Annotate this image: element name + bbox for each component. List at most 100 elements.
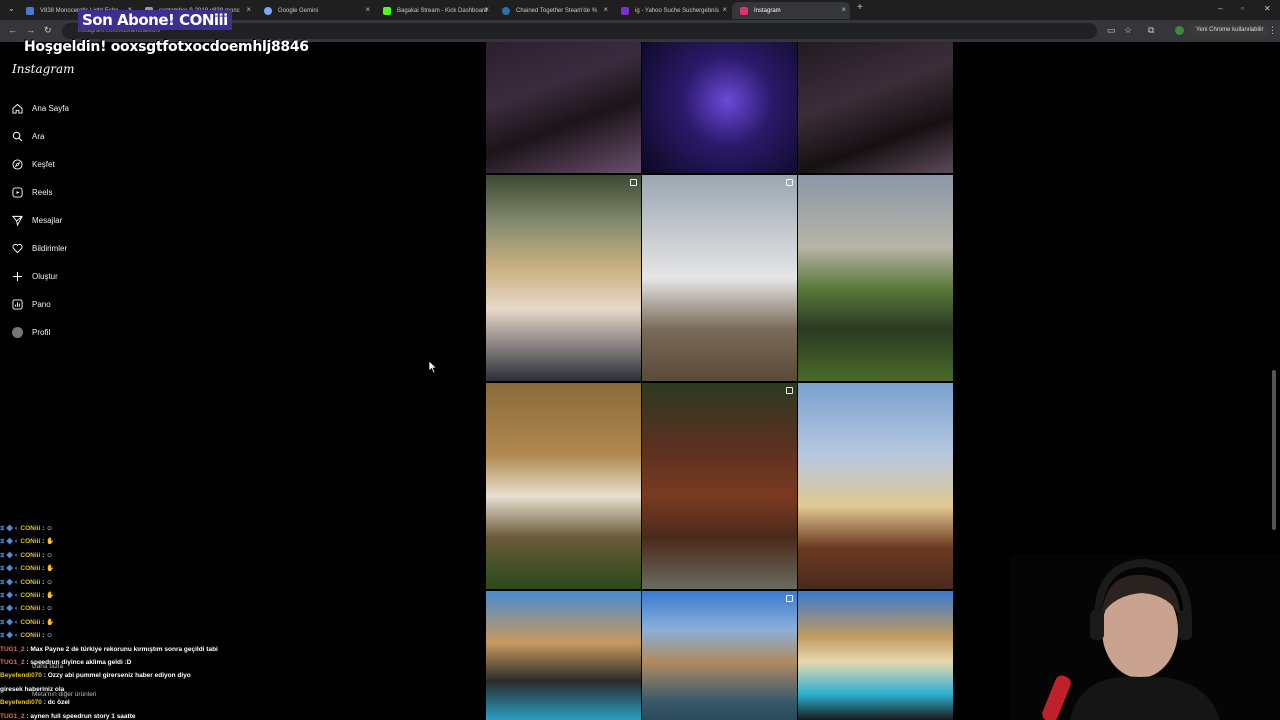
- close-icon[interactable]: ×: [722, 5, 727, 14]
- menu-kebab-icon[interactable]: ⋮: [1268, 25, 1277, 36]
- sidebar-item-label: Mesajlar: [32, 215, 63, 225]
- favicon-icon: [264, 7, 272, 15]
- post-thumbnail[interactable]: [642, 591, 797, 720]
- chrome-update-badge[interactable]: Yeni Chrome kullanılabilir: [1190, 25, 1270, 37]
- post-thumbnail[interactable]: [486, 383, 641, 589]
- post-thumbnail[interactable]: [486, 591, 641, 720]
- sidebar-item-explore[interactable]: Keşfet: [10, 155, 55, 173]
- chat-text: giresek haberiniz ola: [0, 685, 65, 693]
- home-icon: [10, 101, 24, 115]
- favicon-icon: [502, 7, 510, 15]
- chat-user: TUG1_2: [0, 712, 25, 720]
- chat-text: dc özel: [47, 699, 70, 707]
- instagram-logo[interactable]: Instagram: [12, 62, 75, 76]
- mouse-cursor-icon: [428, 360, 438, 374]
- dashboard-icon: [10, 297, 24, 311]
- sidebar-item-label: Ana Sayfa: [32, 103, 69, 113]
- post-thumbnail[interactable]: [486, 42, 641, 173]
- chat-message: TUG1_2 : speedrun diyince aklima geldi :…: [0, 659, 132, 667]
- sub-alert-text: Son Abone! CONiii: [82, 11, 228, 29]
- tab-gemini[interactable]: Google Gemini ×: [256, 2, 374, 19]
- tab-kick[interactable]: Bagakai Stream - Kick Dashboard ×: [375, 2, 493, 19]
- favicon-icon: [740, 7, 748, 15]
- chat-message: Beyefendi070 : dc özel: [0, 699, 70, 707]
- sub-alert-overlay: Son Abone! CONiii: [78, 10, 232, 30]
- post-thumbnail[interactable]: [798, 175, 953, 381]
- sidebar-item-create[interactable]: Oluştur: [10, 267, 58, 285]
- restore-icon[interactable]: ▫: [1241, 4, 1244, 13]
- chat-message: ⧖ ◆ ◐ CONiii : ✋: [0, 538, 55, 546]
- cast-icon[interactable]: ▭: [1107, 25, 1116, 36]
- badge-icon: ⧖ ◆ ◐: [0, 578, 21, 586]
- post-thumbnail[interactable]: [642, 175, 797, 381]
- sidebar-item-profile[interactable]: Profil: [10, 323, 50, 341]
- chat-message: ⧖ ◆ ◐ CONiii : ☺: [0, 632, 53, 640]
- tab-steam[interactable]: Chained Together Steam'de % ×: [494, 2, 612, 19]
- post-thumbnail[interactable]: [798, 383, 953, 589]
- page-scrollbar[interactable]: [1272, 370, 1276, 530]
- sidebar-item-notifications[interactable]: Bildirimler: [10, 239, 67, 257]
- tab-title: Google Gemini: [278, 7, 319, 14]
- post-thumbnail[interactable]: [486, 175, 641, 381]
- tab-instagram[interactable]: Instagram ×: [732, 2, 850, 19]
- chat-user: CONiii: [20, 592, 41, 600]
- chat-message: giresek haberiniz ola: [0, 683, 260, 696]
- stream-chat-overlay: ⧖ ◆ ◐ CONiii : ☺ ⧖ ◆ ◐ CONiii : ✋ ⧖ ◆ ◐ …: [0, 522, 260, 720]
- back-icon[interactable]: ←: [8, 25, 17, 35]
- badge-icon: ⧖ ◆ ◐: [0, 618, 21, 626]
- sidebar-item-reels[interactable]: Reels: [10, 183, 52, 201]
- chat-message: ⧖ ◆ ◐ CONiii : ✋: [0, 592, 55, 600]
- send-icon: [10, 213, 24, 227]
- sidebar-item-dashboard[interactable]: Pano: [10, 295, 51, 313]
- multi-photo-icon: [786, 387, 793, 394]
- heart-icon: [10, 241, 24, 255]
- chat-user: CONiii: [20, 538, 41, 546]
- sidebar-item-label: Pano: [32, 299, 51, 309]
- sidebar-item-home[interactable]: Ana Sayfa: [10, 99, 69, 117]
- badge-icon: ⧖ ◆ ◐: [0, 525, 21, 532]
- forward-icon[interactable]: →: [26, 25, 35, 35]
- badge-icon: ⧖ ◆ ◐: [0, 538, 21, 546]
- logo-text: Instagram: [12, 62, 75, 76]
- tab-yahoo[interactable]: ig - Yahoo Suche Suchergebnis ×: [613, 2, 731, 19]
- sidebar-item-search[interactable]: Ara: [10, 127, 44, 145]
- chat-user: Beyefendi070: [0, 699, 42, 707]
- sidebar-item-label: Bildirimler: [32, 243, 68, 253]
- post-thumbnail[interactable]: [798, 591, 953, 720]
- welcome-text: Hoşgeldin! ooxsgtfotxocdoemhlj8846: [24, 39, 309, 55]
- close-icon[interactable]: ×: [603, 5, 608, 14]
- tab-title: Bagakai Stream - Kick Dashboard: [397, 7, 488, 14]
- post-thumbnail[interactable]: [642, 42, 797, 173]
- reload-icon[interactable]: ↻: [44, 25, 52, 36]
- close-icon[interactable]: ×: [246, 5, 251, 14]
- close-icon[interactable]: ×: [365, 5, 370, 14]
- bookmark-star-icon[interactable]: ☆: [1124, 25, 1132, 36]
- post-thumbnail[interactable]: [798, 42, 953, 173]
- close-icon[interactable]: ×: [484, 5, 489, 14]
- badge-icon: ⧖ ◆ ◐: [0, 565, 21, 573]
- extensions-icon[interactable]: ⧉: [1148, 25, 1154, 36]
- multi-photo-icon: [786, 595, 793, 602]
- sidebar-item-messages[interactable]: Mesajlar: [10, 211, 62, 229]
- close-window-icon[interactable]: ✕: [1264, 4, 1271, 13]
- chat-user: CONiii: [20, 605, 41, 613]
- chat-user: TUG1_2: [0, 659, 25, 667]
- sidebar-item-label: Reels: [32, 187, 53, 197]
- new-tab-icon[interactable]: +: [857, 2, 863, 13]
- sidebar-item-label: Oluştur: [32, 271, 58, 281]
- minimize-icon[interactable]: –: [1218, 4, 1222, 13]
- post-thumbnail[interactable]: [642, 383, 797, 589]
- badge-icon: ⧖ ◆ ◐: [0, 592, 21, 600]
- badge-icon: ⧖ ◆ ◐: [0, 605, 21, 613]
- chat-user: CONiii: [20, 551, 41, 559]
- tab-search-icon[interactable]: ⌄: [8, 4, 15, 13]
- plus-icon: [10, 269, 24, 283]
- close-icon[interactable]: ×: [841, 5, 846, 14]
- chat-text: Max Payne 2 de türkiye rekorunu kırmıştı…: [30, 645, 218, 653]
- chat-message: ⧖ ◆ ◐ CONiii : ☺: [0, 525, 53, 532]
- multi-photo-icon: [630, 179, 637, 186]
- chat-message: Beyefendi070 : Ozzy abi pummel girerseni…: [0, 672, 191, 680]
- welcome-overlay: Hoşgeldin! ooxsgtfotxocdoemhlj8846: [24, 39, 309, 55]
- profile-avatar[interactable]: [1175, 26, 1184, 35]
- chat-user: CONiii: [20, 618, 41, 626]
